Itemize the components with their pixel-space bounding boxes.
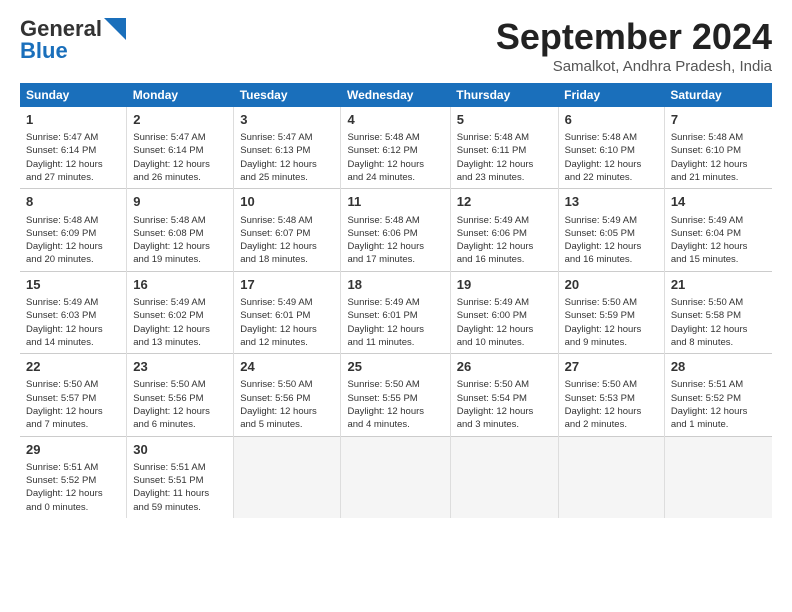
day-number: 18: [347, 276, 443, 294]
day-number: 10: [240, 193, 334, 211]
table-row: 26Sunrise: 5:50 AMSunset: 5:54 PMDayligh…: [450, 354, 558, 436]
col-tuesday: Tuesday: [234, 83, 341, 107]
table-row: 9Sunrise: 5:48 AMSunset: 6:08 PMDaylight…: [127, 189, 234, 271]
day-number: 25: [347, 358, 443, 376]
table-row: 20Sunrise: 5:50 AMSunset: 5:59 PMDayligh…: [558, 271, 664, 353]
day-number: 29: [26, 441, 120, 459]
table-row: 3Sunrise: 5:47 AMSunset: 6:13 PMDaylight…: [234, 107, 341, 189]
table-row: [234, 436, 341, 518]
month-title: September 2024: [496, 16, 772, 58]
table-row: 23Sunrise: 5:50 AMSunset: 5:56 PMDayligh…: [127, 354, 234, 436]
table-row: 5Sunrise: 5:48 AMSunset: 6:11 PMDaylight…: [450, 107, 558, 189]
table-row: [450, 436, 558, 518]
day-number: 2: [133, 111, 227, 129]
table-row: 2Sunrise: 5:47 AMSunset: 6:14 PMDaylight…: [127, 107, 234, 189]
table-row: 8Sunrise: 5:48 AMSunset: 6:09 PMDaylight…: [20, 189, 127, 271]
calendar-table: Sunday Monday Tuesday Wednesday Thursday…: [20, 83, 772, 518]
day-number: 14: [671, 193, 766, 211]
calendar-week-4: 22Sunrise: 5:50 AMSunset: 5:57 PMDayligh…: [20, 354, 772, 436]
day-number: 3: [240, 111, 334, 129]
calendar-week-3: 15Sunrise: 5:49 AMSunset: 6:03 PMDayligh…: [20, 271, 772, 353]
table-row: 6Sunrise: 5:48 AMSunset: 6:10 PMDaylight…: [558, 107, 664, 189]
calendar-week-1: 1Sunrise: 5:47 AMSunset: 6:14 PMDaylight…: [20, 107, 772, 189]
day-number: 24: [240, 358, 334, 376]
table-row: 18Sunrise: 5:49 AMSunset: 6:01 PMDayligh…: [341, 271, 450, 353]
day-number: 12: [457, 193, 552, 211]
logo-blue: Blue: [20, 38, 68, 64]
col-wednesday: Wednesday: [341, 83, 450, 107]
col-monday: Monday: [127, 83, 234, 107]
table-row: 25Sunrise: 5:50 AMSunset: 5:55 PMDayligh…: [341, 354, 450, 436]
table-row: 1Sunrise: 5:47 AMSunset: 6:14 PMDaylight…: [20, 107, 127, 189]
table-row: 17Sunrise: 5:49 AMSunset: 6:01 PMDayligh…: [234, 271, 341, 353]
col-friday: Friday: [558, 83, 664, 107]
table-row: [558, 436, 664, 518]
calendar-week-2: 8Sunrise: 5:48 AMSunset: 6:09 PMDaylight…: [20, 189, 772, 271]
day-number: 20: [565, 276, 658, 294]
day-number: 13: [565, 193, 658, 211]
calendar-header-row: Sunday Monday Tuesday Wednesday Thursday…: [20, 83, 772, 107]
table-row: 7Sunrise: 5:48 AMSunset: 6:10 PMDaylight…: [664, 107, 772, 189]
table-row: 27Sunrise: 5:50 AMSunset: 5:53 PMDayligh…: [558, 354, 664, 436]
table-row: 13Sunrise: 5:49 AMSunset: 6:05 PMDayligh…: [558, 189, 664, 271]
subtitle: Samalkot, Andhra Pradesh, India: [496, 58, 772, 75]
calendar-week-5: 29Sunrise: 5:51 AMSunset: 5:52 PMDayligh…: [20, 436, 772, 518]
table-row: 22Sunrise: 5:50 AMSunset: 5:57 PMDayligh…: [20, 354, 127, 436]
table-row: [341, 436, 450, 518]
day-number: 28: [671, 358, 766, 376]
day-number: 15: [26, 276, 120, 294]
col-saturday: Saturday: [664, 83, 772, 107]
col-thursday: Thursday: [450, 83, 558, 107]
table-row: 15Sunrise: 5:49 AMSunset: 6:03 PMDayligh…: [20, 271, 127, 353]
table-row: 29Sunrise: 5:51 AMSunset: 5:52 PMDayligh…: [20, 436, 127, 518]
day-number: 17: [240, 276, 334, 294]
day-number: 9: [133, 193, 227, 211]
day-number: 23: [133, 358, 227, 376]
calendar-body: 1Sunrise: 5:47 AMSunset: 6:14 PMDaylight…: [20, 107, 772, 518]
table-row: 21Sunrise: 5:50 AMSunset: 5:58 PMDayligh…: [664, 271, 772, 353]
table-row: [664, 436, 772, 518]
table-row: 14Sunrise: 5:49 AMSunset: 6:04 PMDayligh…: [664, 189, 772, 271]
day-number: 11: [347, 193, 443, 211]
day-number: 6: [565, 111, 658, 129]
day-number: 21: [671, 276, 766, 294]
day-number: 4: [347, 111, 443, 129]
day-number: 19: [457, 276, 552, 294]
day-number: 1: [26, 111, 120, 129]
logo: General Blue: [20, 16, 126, 64]
day-number: 7: [671, 111, 766, 129]
table-row: 4Sunrise: 5:48 AMSunset: 6:12 PMDaylight…: [341, 107, 450, 189]
day-number: 8: [26, 193, 120, 211]
day-number: 30: [133, 441, 227, 459]
header: General Blue September 2024 Samalkot, An…: [20, 16, 772, 75]
title-block: September 2024 Samalkot, Andhra Pradesh,…: [496, 16, 772, 75]
table-row: 28Sunrise: 5:51 AMSunset: 5:52 PMDayligh…: [664, 354, 772, 436]
table-row: 12Sunrise: 5:49 AMSunset: 6:06 PMDayligh…: [450, 189, 558, 271]
table-row: 10Sunrise: 5:48 AMSunset: 6:07 PMDayligh…: [234, 189, 341, 271]
table-row: 19Sunrise: 5:49 AMSunset: 6:00 PMDayligh…: [450, 271, 558, 353]
day-number: 27: [565, 358, 658, 376]
table-row: 30Sunrise: 5:51 AMSunset: 5:51 PMDayligh…: [127, 436, 234, 518]
col-sunday: Sunday: [20, 83, 127, 107]
day-number: 16: [133, 276, 227, 294]
logo-arrow-icon: [104, 18, 126, 40]
table-row: 24Sunrise: 5:50 AMSunset: 5:56 PMDayligh…: [234, 354, 341, 436]
day-number: 5: [457, 111, 552, 129]
day-number: 22: [26, 358, 120, 376]
table-row: 16Sunrise: 5:49 AMSunset: 6:02 PMDayligh…: [127, 271, 234, 353]
day-number: 26: [457, 358, 552, 376]
table-row: 11Sunrise: 5:48 AMSunset: 6:06 PMDayligh…: [341, 189, 450, 271]
page-container: General Blue September 2024 Samalkot, An…: [0, 0, 792, 528]
